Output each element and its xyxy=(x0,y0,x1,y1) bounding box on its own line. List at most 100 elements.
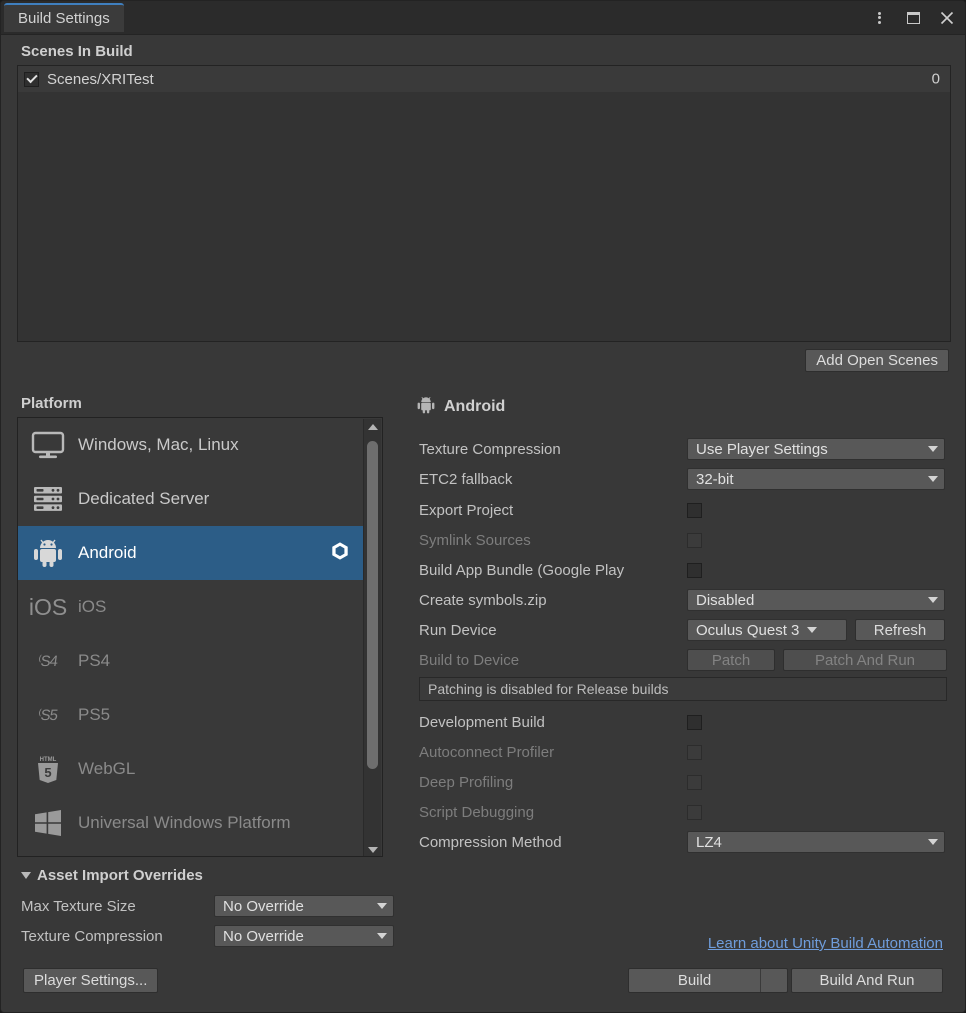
asset-import-overrides-title: Asset Import Overrides xyxy=(37,867,203,884)
close-icon[interactable] xyxy=(937,8,957,28)
etc2-fallback-label: ETC2 fallback xyxy=(419,470,513,488)
platform-header: Platform xyxy=(21,395,82,412)
max-texture-size-dropdown[interactable]: No Override xyxy=(214,895,394,917)
platform-item-label: Universal Windows Platform xyxy=(78,813,291,832)
scroll-down-icon[interactable] xyxy=(364,842,381,856)
max-texture-size-value: No Override xyxy=(223,897,304,915)
scene-list-item[interactable]: Scenes/XRITest 0 xyxy=(18,66,950,92)
row-symlink-sources: Symlink Sources xyxy=(419,529,949,551)
ps4-icon: ⁽S4 xyxy=(37,653,59,670)
maximize-icon[interactable] xyxy=(903,8,923,28)
row-autoconnect-profiler: Autoconnect Profiler xyxy=(419,741,949,763)
tab-build-settings[interactable]: Build Settings xyxy=(4,3,124,32)
foldout-arrow-icon[interactable] xyxy=(21,872,31,879)
unity-build-automation-link[interactable]: Learn about Unity Build Automation xyxy=(708,935,943,952)
chevron-down-icon xyxy=(928,597,938,603)
ps5-icon: ⁽S5 xyxy=(37,707,59,724)
row-deep-profiling: Deep Profiling xyxy=(419,771,949,793)
scroll-up-icon[interactable] xyxy=(364,419,381,434)
scrollbar-thumb[interactable] xyxy=(367,441,378,769)
row-script-debugging: Script Debugging xyxy=(419,801,949,823)
symlink-sources-checkbox xyxy=(687,532,702,548)
compression-method-value: LZ4 xyxy=(696,833,722,851)
etc2-fallback-dropdown[interactable]: 32-bit xyxy=(687,468,945,490)
tab-label: Build Settings xyxy=(18,10,110,27)
run-device-label: Run Device xyxy=(419,621,497,639)
deep-profiling-checkbox xyxy=(687,774,702,790)
build-button[interactable]: Build xyxy=(629,969,760,992)
chevron-down-icon xyxy=(377,933,387,939)
patch-and-run-button: Patch And Run xyxy=(783,649,947,671)
build-app-bundle-label: Build App Bundle (Google Play xyxy=(419,561,625,579)
row-export-project: Export Project xyxy=(419,499,949,521)
platform-item-label: Windows, Mac, Linux xyxy=(78,435,239,454)
chevron-down-icon xyxy=(928,839,938,845)
override-texture-compression-label: Texture Compression xyxy=(21,927,163,945)
platform-item-ps4[interactable]: ⁽S4 PS4 xyxy=(18,634,365,688)
scene-path-label: Scenes/XRITest xyxy=(47,70,154,88)
add-open-scenes-button[interactable]: Add Open Scenes xyxy=(805,349,949,372)
svg-text:5: 5 xyxy=(44,765,51,780)
asset-import-overrides-header[interactable]: Asset Import Overrides xyxy=(21,867,203,884)
kebab-menu-icon[interactable] xyxy=(869,8,889,28)
row-max-texture-size: Max Texture Size No Override xyxy=(21,895,394,917)
window-title-bar: Build Settings xyxy=(1,1,965,35)
row-compression-method: Compression Method LZ4 xyxy=(419,831,949,853)
symlink-sources-label: Symlink Sources xyxy=(419,531,531,549)
platform-item-ios[interactable]: iOS iOS xyxy=(18,580,365,634)
unity-logo-icon xyxy=(329,540,351,566)
platform-item-label: PS4 xyxy=(78,651,111,670)
run-device-dropdown[interactable]: Oculus Quest 3 xyxy=(687,619,847,641)
platform-item-uwp[interactable]: Universal Windows Platform xyxy=(18,796,365,850)
refresh-devices-button[interactable]: Refresh xyxy=(855,619,945,641)
row-etc2-fallback: ETC2 fallback 32-bit xyxy=(419,468,949,490)
max-texture-size-label: Max Texture Size xyxy=(21,897,136,915)
platform-list-scrollbar[interactable] xyxy=(363,419,381,856)
texture-compression-dropdown[interactable]: Use Player Settings xyxy=(687,438,945,460)
row-development-build: Development Build xyxy=(419,711,949,733)
create-symbols-zip-dropdown[interactable]: Disabled xyxy=(687,589,945,611)
ios-icon: iOS xyxy=(28,593,68,620)
autoconnect-profiler-label: Autoconnect Profiler xyxy=(419,743,555,761)
html5-icon: HTML 5 xyxy=(28,752,68,786)
build-and-run-button[interactable]: Build And Run xyxy=(791,968,943,993)
scene-index-label: 0 xyxy=(931,70,940,88)
platform-item-ps5[interactable]: ⁽S5 PS5 xyxy=(18,688,365,742)
patching-helpbox: Patching is disabled for Release builds xyxy=(419,677,947,701)
development-build-checkbox[interactable] xyxy=(687,714,702,730)
autoconnect-profiler-checkbox xyxy=(687,744,702,760)
platform-item-label: WebGL xyxy=(78,759,136,778)
platform-item-android[interactable]: Android xyxy=(18,526,365,580)
windows-icon xyxy=(28,806,68,840)
scenes-in-build-header: Scenes In Build xyxy=(21,43,133,60)
platform-item-label: Android xyxy=(78,543,137,562)
scene-enabled-checkbox[interactable] xyxy=(24,71,39,87)
platform-item-standalone[interactable]: Windows, Mac, Linux xyxy=(18,418,365,472)
row-override-texture-compression: Texture Compression No Override xyxy=(21,925,394,947)
deep-profiling-label: Deep Profiling xyxy=(419,773,514,791)
compression-method-dropdown[interactable]: LZ4 xyxy=(687,831,945,853)
android-icon xyxy=(417,395,435,419)
build-options-chevron-icon[interactable] xyxy=(760,969,787,992)
platform-item-webgl[interactable]: HTML 5 WebGL xyxy=(18,742,365,796)
compression-method-label: Compression Method xyxy=(419,833,562,851)
export-project-checkbox[interactable] xyxy=(687,502,702,518)
row-run-device: Run Device Oculus Quest 3 Refresh xyxy=(419,619,949,641)
override-texture-compression-value: No Override xyxy=(223,927,304,945)
development-build-label: Development Build xyxy=(419,713,545,731)
platform-list[interactable]: Windows, Mac, Linux Dedicated Server And… xyxy=(17,417,383,857)
row-create-symbols-zip: Create symbols.zip Disabled xyxy=(419,589,949,611)
scenes-in-build-list[interactable]: Scenes/XRITest 0 xyxy=(17,65,951,342)
texture-compression-label: Texture Compression xyxy=(419,440,561,458)
row-texture-compression: Texture Compression Use Player Settings xyxy=(419,438,949,460)
create-symbols-zip-label: Create symbols.zip xyxy=(419,591,547,609)
platform-item-dedicated-server[interactable]: Dedicated Server xyxy=(18,472,365,526)
build-settings-window: Build Settings Scenes In Build Scenes/XR… xyxy=(0,0,966,1013)
override-texture-compression-dropdown[interactable]: No Override xyxy=(214,925,394,947)
android-settings-header: Android xyxy=(417,395,505,419)
player-settings-button[interactable]: Player Settings... xyxy=(23,968,159,993)
script-debugging-label: Script Debugging xyxy=(419,803,535,821)
build-app-bundle-checkbox[interactable] xyxy=(687,562,702,578)
chevron-down-icon xyxy=(807,627,818,633)
build-to-device-label: Build to Device xyxy=(419,651,520,669)
